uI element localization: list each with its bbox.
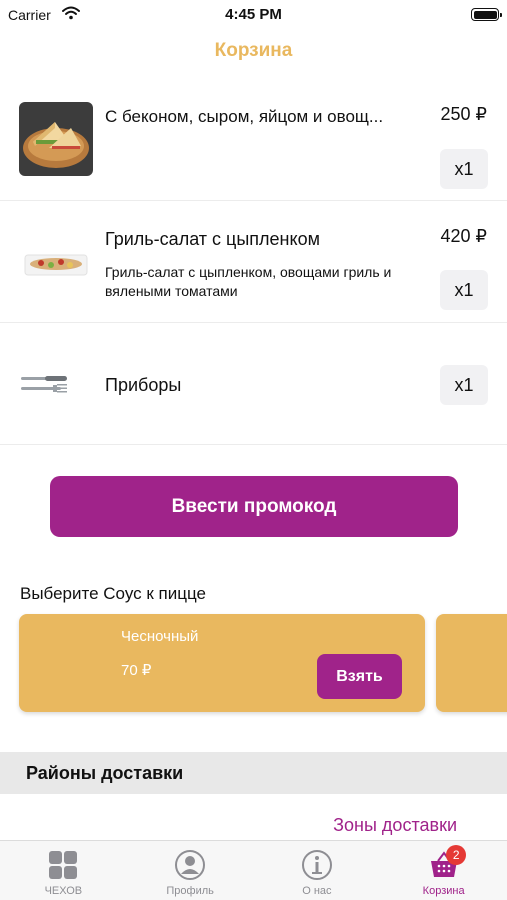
tab-label: ЧЕХОВ <box>44 885 83 897</box>
tab-profile[interactable]: Профиль <box>127 841 254 900</box>
profile-icon <box>174 849 206 881</box>
battery-icon <box>471 8 502 21</box>
cart-item-price: 250 ₽ <box>440 104 488 124</box>
tab-label: О нас <box>302 885 332 897</box>
cart-item-description: Гриль-салат с цыпленком, овощами гриль и… <box>105 264 392 299</box>
cart-item-price: 420 ₽ <box>440 226 488 246</box>
delivery-districts-header: Районы доставки <box>0 752 507 794</box>
page-title: Корзина <box>214 40 293 61</box>
take-sauce-button[interactable]: Взять <box>317 654 402 699</box>
quantity-button[interactable]: x1 <box>440 365 488 405</box>
status-bar: Carrier 4:45 PM <box>0 0 507 30</box>
sauce-card[interactable]: Чесночный 70 ₽ Взять <box>19 614 425 712</box>
quantity-button[interactable]: x1 <box>440 270 488 310</box>
cart-item-name: С беконом, сыром, яйцом и овощ... <box>105 107 384 126</box>
cart-item-name: Приборы <box>105 375 182 395</box>
cart-item[interactable]: Приборы x1 <box>0 323 507 445</box>
tab-chekhov[interactable]: ЧЕХОВ <box>0 841 127 900</box>
cart-item[interactable]: Гриль-салат с цыпленком Гриль-салат с цы… <box>0 201 507 323</box>
cart-item[interactable]: С беконом, сыром, яйцом и овощ... 250 ₽ … <box>0 80 507 201</box>
sandwich-image <box>19 102 93 176</box>
info-icon <box>301 849 333 881</box>
tab-about[interactable]: О нас <box>254 841 381 900</box>
tab-label: Корзина <box>422 885 465 897</box>
quantity-button[interactable]: x1 <box>440 149 488 189</box>
grill-salad-image <box>19 225 93 299</box>
clock: 4:45 PM <box>225 6 282 23</box>
cutlery-image <box>19 347 93 421</box>
delivery-districts-label: Районы доставки <box>26 763 184 783</box>
tab-bar: ЧЕХОВ Профиль О нас 2 Корзина <box>0 840 507 900</box>
sauce-name: Чесночный <box>121 628 199 645</box>
sauce-card[interactable] <box>436 614 507 712</box>
cart-item-name: Гриль-салат с цыпленком <box>105 229 320 249</box>
grid-icon <box>47 849 79 881</box>
sauce-section-title: Выберите Соус к пицце <box>20 584 206 603</box>
tab-label: Профиль <box>166 885 214 897</box>
delivery-zones-link[interactable]: Зоны доставки <box>333 815 457 836</box>
cart-count-badge: 2 <box>446 845 467 865</box>
sauce-price: 70 ₽ <box>121 662 152 679</box>
tab-cart[interactable]: 2 Корзина <box>380 841 507 900</box>
promo-code-button[interactable]: Ввести промокод <box>50 476 458 537</box>
